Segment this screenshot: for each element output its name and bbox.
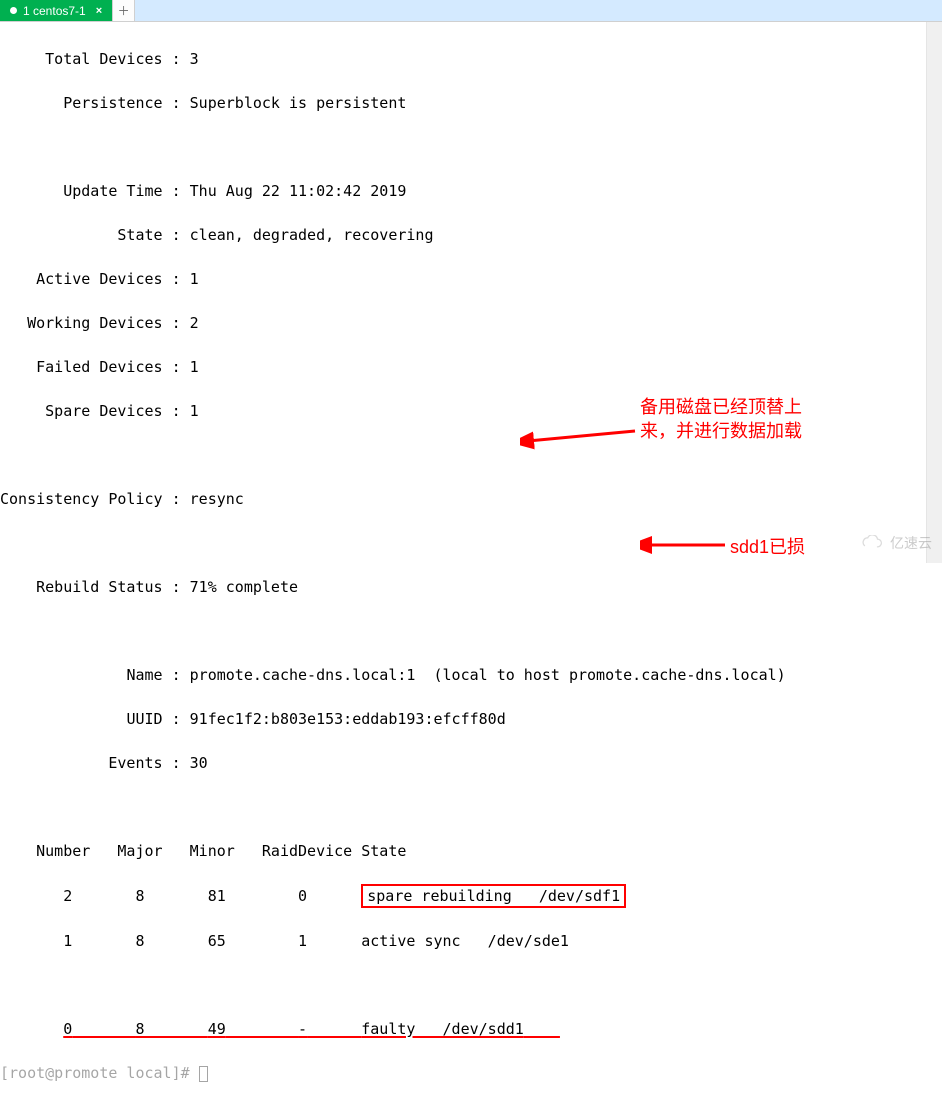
terminal-output: Total Devices : 3 Persistence : Superblo… <box>0 22 942 1110</box>
status-dot-icon <box>10 7 17 14</box>
new-tab-button[interactable]: ＋ <box>113 0 135 21</box>
watermark: 亿速云 <box>858 533 932 553</box>
cloud-icon <box>858 535 884 551</box>
session-tab[interactable]: 1 centos7-1 × <box>0 0 113 21</box>
cursor-icon <box>199 1066 208 1082</box>
watermark-text: 亿速云 <box>890 533 932 553</box>
close-icon[interactable]: × <box>96 5 102 17</box>
scrollbar[interactable] <box>926 22 942 563</box>
highlight-box: spare rebuilding /dev/sdf1 <box>361 884 626 908</box>
tab-strip <box>135 0 942 21</box>
tab-bar: 1 centos7-1 × ＋ <box>0 0 942 22</box>
underline-highlight: 0 8 49 - faulty /dev/sdd1 <box>63 1018 560 1040</box>
annotation-faulty: sdd1已损 <box>730 535 805 559</box>
tab-label: 1 centos7-1 <box>23 4 86 18</box>
annotation-spare: 备用磁盘已经顶替上 来，并进行数据加载 <box>640 395 870 443</box>
